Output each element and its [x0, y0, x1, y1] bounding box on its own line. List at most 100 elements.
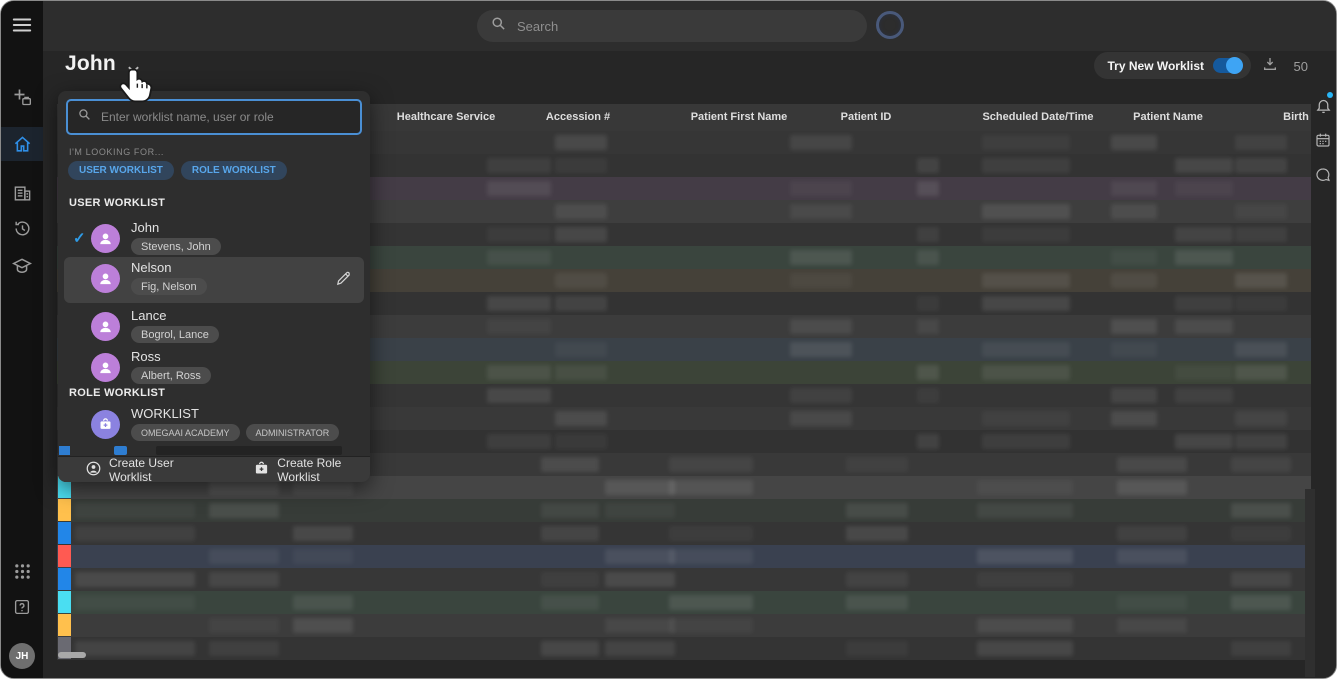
blurred-cell [669, 526, 753, 541]
looking-for-label: I'M LOOKING FOR... [69, 147, 164, 157]
blurred-cell [209, 549, 279, 564]
blurred-cell [846, 572, 908, 587]
add-worklist-icon[interactable] [1, 81, 43, 113]
edit-icon[interactable] [335, 270, 352, 292]
calendar-icon[interactable] [1311, 128, 1335, 152]
blurred-cell [917, 296, 939, 311]
chat-icon[interactable] [1311, 163, 1335, 187]
blurred-cell [1175, 158, 1233, 173]
blurred-cell [1111, 250, 1157, 265]
blurred-cell [917, 181, 939, 196]
blurred-cell [917, 434, 939, 449]
filter-chip[interactable]: ROLE WORKLIST [181, 161, 287, 180]
blurred-cell [669, 480, 753, 495]
create-user-worklist-button[interactable]: Create User Worklist [86, 456, 202, 483]
table-row[interactable] [57, 637, 1311, 660]
user-icon [86, 461, 101, 479]
row-status-bar [58, 545, 71, 567]
worklist-title[interactable]: John [65, 52, 116, 76]
download-icon[interactable] [1262, 56, 1278, 77]
blurred-cell [75, 572, 195, 587]
blurred-cell [541, 572, 599, 587]
column-header[interactable]: Scheduled Date/Time [982, 111, 1093, 123]
table-row[interactable] [57, 614, 1311, 637]
blurred-cell [1231, 572, 1291, 587]
user-worklist-item[interactable]: NelsonFig, Nelson [64, 257, 364, 303]
right-rail [1315, 51, 1336, 678]
user-worklist-item[interactable]: LanceBogrol, Lance [64, 305, 364, 347]
worklist-search-field[interactable] [66, 99, 362, 135]
blurred-cell [982, 158, 1070, 173]
blurred-cell [1175, 250, 1233, 265]
user-worklist-item[interactable]: ✓JohnStevens, John [64, 217, 364, 259]
organization-icon[interactable] [1, 177, 43, 209]
blurred-cell [1175, 388, 1233, 403]
table-row[interactable] [57, 568, 1311, 591]
try-new-worklist-pill: Try New Worklist [1094, 52, 1251, 79]
blurred-cell [917, 388, 939, 403]
chevron-down-icon[interactable] [127, 61, 140, 79]
try-new-worklist-label: Try New Worklist [1108, 59, 1204, 73]
menu-icon[interactable] [1, 9, 43, 41]
learning-icon[interactable] [1, 250, 43, 282]
history-icon[interactable] [1, 212, 43, 244]
blurred-cell [977, 503, 1073, 518]
column-header[interactable]: Accession # [546, 111, 610, 123]
table-row[interactable] [57, 591, 1311, 614]
blurred-cell [1111, 342, 1157, 357]
app-window: John Try New Worklist 50 Healthcare Serv… [0, 0, 1337, 679]
blurred-cell [605, 503, 675, 518]
briefcase-plus-icon [254, 461, 269, 479]
blurred-cell [209, 641, 279, 656]
table-row[interactable] [57, 499, 1311, 522]
column-header[interactable]: Patient ID [841, 111, 892, 123]
table-row[interactable] [57, 522, 1311, 545]
user-avatar[interactable]: JH [9, 643, 35, 669]
user-avatar-icon [91, 224, 120, 253]
row-count[interactable]: 50 [1294, 59, 1308, 74]
user-avatar-icon [91, 264, 120, 293]
blurred-cell [917, 158, 939, 173]
blurred-cell [1111, 411, 1157, 426]
clipped-worklist-item [58, 443, 370, 456]
blurred-cell [487, 158, 551, 173]
blurred-cell [790, 181, 852, 196]
column-header[interactable]: Healthcare Service [397, 111, 495, 123]
notifications-icon[interactable] [1311, 93, 1335, 117]
role-worklist-item[interactable]: WORKLISTOMEGAAI ACADEMYADMINISTRATOR [64, 403, 364, 445]
home-icon[interactable] [1, 127, 43, 161]
blurred-cell [293, 549, 353, 564]
user-avatar-icon [91, 312, 120, 341]
blurred-cell [1235, 135, 1287, 150]
blurred-cell [790, 135, 852, 150]
global-search-input[interactable] [515, 18, 853, 35]
blurred-cell [1111, 388, 1157, 403]
user-worklist-item[interactable]: RossAlbert, Ross [64, 346, 364, 388]
column-header[interactable]: Patient First Name [691, 111, 788, 123]
blurred-cell [1175, 319, 1233, 334]
blurred-cell [790, 204, 852, 219]
blurred-cell [1235, 434, 1287, 449]
global-search[interactable] [477, 10, 867, 42]
column-header[interactable]: Patient Name [1133, 111, 1203, 123]
horizontal-scrollbar-thumb[interactable] [58, 652, 86, 658]
column-header[interactable]: Birth [1283, 111, 1309, 123]
user-worklist-section-label: USER WORKLIST [69, 197, 165, 209]
try-new-worklist-toggle[interactable] [1213, 58, 1243, 73]
create-role-worklist-button[interactable]: Create Role Worklist [254, 456, 370, 483]
blurred-cell [669, 618, 753, 633]
worklist-search-input[interactable] [99, 109, 350, 125]
filter-chip[interactable]: USER WORKLIST [68, 161, 174, 180]
check-icon: ✓ [73, 229, 86, 247]
apps-grid-icon[interactable] [1, 555, 43, 587]
blurred-cell [1231, 503, 1291, 518]
table-row[interactable] [57, 545, 1311, 568]
worklist-name: Lance [131, 308, 166, 323]
worklist-owner: Fig, Nelson [131, 278, 207, 295]
blurred-cell [1231, 526, 1291, 541]
blurred-cell [555, 204, 607, 219]
blurred-cell [790, 250, 852, 265]
role-tag: ADMINISTRATOR [246, 424, 340, 441]
help-icon[interactable] [1, 591, 43, 623]
blurred-cell [846, 526, 908, 541]
